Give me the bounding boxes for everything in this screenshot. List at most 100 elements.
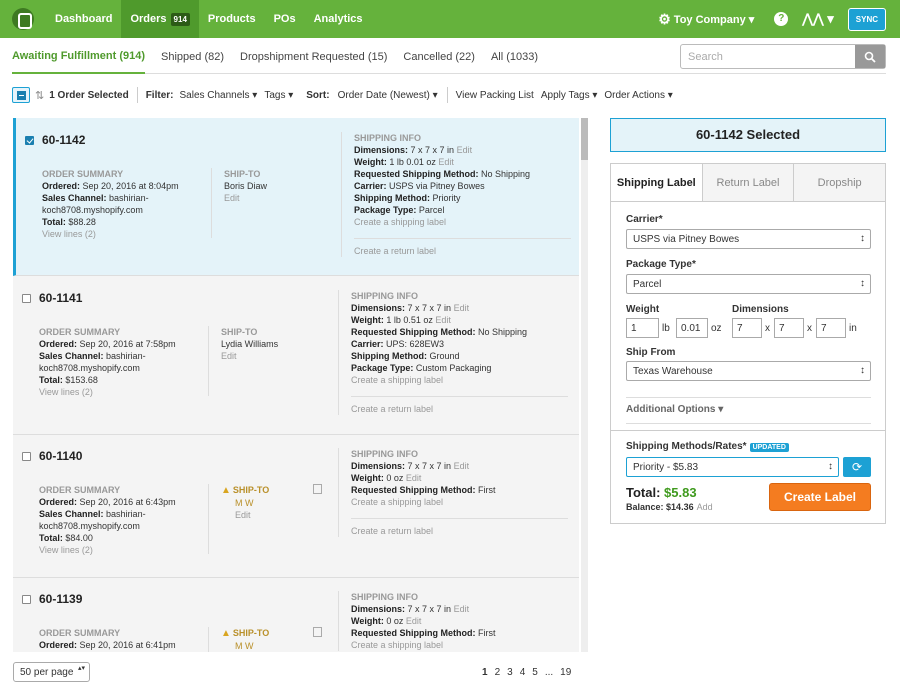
- create-shipping-label-link[interactable]: Create a shipping label: [351, 639, 568, 651]
- ship-from-select[interactable]: Texas Warehouse: [626, 361, 871, 381]
- weight-label: Weight:: [354, 157, 387, 167]
- sales-channels-dropdown[interactable]: Sales Channels ▾: [179, 90, 257, 101]
- edit-dimensions-link[interactable]: Edit: [454, 604, 470, 614]
- width-input[interactable]: 7: [774, 318, 804, 338]
- edit-ship-to-link[interactable]: Edit: [221, 350, 328, 362]
- order-id[interactable]: 60-1142: [42, 133, 85, 147]
- create-shipping-label-link[interactable]: Create a shipping label: [351, 496, 568, 508]
- package-type-select[interactable]: Parcel: [626, 274, 871, 294]
- page-link[interactable]: 19: [560, 667, 571, 678]
- pagination: 1 2 3 4 5 ... 19: [482, 667, 578, 678]
- add-balance-link[interactable]: Add: [697, 502, 713, 512]
- order-card[interactable]: 60-1141 ORDER SUMMARY Ordered: Sep 20, 2…: [13, 276, 579, 435]
- total-value: $5.83: [664, 485, 697, 500]
- help-icon[interactable]: ?: [774, 12, 789, 26]
- search-input[interactable]: Search: [681, 45, 855, 68]
- sales-channel-value: bashirian-: [106, 351, 146, 361]
- edit-ship-to-link[interactable]: Edit: [221, 509, 328, 521]
- order-checkbox[interactable]: [25, 136, 34, 145]
- activity-icon[interactable]: ⋀⋀ ▾: [802, 11, 833, 27]
- sync-button[interactable]: SYNC: [847, 7, 886, 31]
- notes-icon[interactable]: [313, 627, 322, 637]
- order-toolbar: ⇅ 1 Order Selected Filter: Sales Channel…: [12, 85, 886, 105]
- page-link[interactable]: 1: [482, 667, 488, 678]
- view-lines-link[interactable]: View lines (2): [39, 544, 204, 556]
- tags-dropdown[interactable]: Tags ▾: [264, 90, 293, 101]
- nav-dashboard[interactable]: Dashboard: [46, 0, 121, 38]
- nav-pos[interactable]: POs: [265, 0, 305, 38]
- order-card[interactable]: 60-1140 ORDER SUMMARY Ordered: Sep 20, 2…: [13, 435, 579, 578]
- view-lines-link[interactable]: View lines (2): [39, 386, 204, 398]
- edit-weight-link[interactable]: Edit: [435, 315, 451, 325]
- shipping-info: SHIPPING INFO Dimensions: 7 x 7 x 7 in E…: [338, 448, 568, 537]
- requested-method-label: Requested Shipping Method:: [351, 485, 476, 495]
- edit-weight-link[interactable]: Edit: [406, 616, 422, 626]
- sort-dropdown[interactable]: Order Date (Newest) ▾: [338, 90, 438, 101]
- order-card[interactable]: 60-1139 ORDER SUMMARY Ordered: Sep 20, 2…: [13, 578, 579, 652]
- create-return-label-link[interactable]: Create a return label: [351, 396, 568, 415]
- nav-analytics[interactable]: Analytics: [305, 0, 372, 38]
- create-return-label-link[interactable]: Create a return label: [354, 238, 571, 257]
- create-shipping-label-link[interactable]: Create a shipping label: [354, 216, 571, 228]
- page-link[interactable]: 3: [507, 667, 513, 678]
- rate-select[interactable]: Priority - $5.83: [626, 457, 839, 477]
- page-link[interactable]: 2: [495, 667, 501, 678]
- additional-options-toggle[interactable]: Additional Options ▾: [626, 397, 871, 424]
- notes-icon[interactable]: [313, 484, 322, 494]
- nav-products[interactable]: Products: [199, 0, 265, 38]
- height-input[interactable]: 7: [816, 318, 846, 338]
- weight-oz-input[interactable]: 0.01: [676, 318, 708, 338]
- order-checkbox[interactable]: [22, 452, 31, 461]
- list-scrollbar[interactable]: [581, 118, 588, 652]
- refresh-rates-button[interactable]: ⟳: [843, 457, 871, 477]
- page-link[interactable]: 5: [532, 667, 538, 678]
- sales-channel-label: Sales Channel:: [42, 193, 107, 203]
- weight-lb-input[interactable]: 1: [626, 318, 659, 338]
- create-label-button[interactable]: Create Label: [769, 483, 871, 511]
- company-menu[interactable]: Toy Company ▾: [674, 13, 755, 26]
- logo-icon[interactable]: [12, 8, 34, 30]
- tab-all[interactable]: All (1033): [491, 40, 538, 74]
- per-page-select[interactable]: 50 per page: [13, 662, 90, 682]
- carrier-select[interactable]: USPS via Pitney Bowes: [626, 229, 871, 249]
- order-checkbox[interactable]: [22, 294, 31, 303]
- edit-dimensions-link[interactable]: Edit: [454, 303, 470, 313]
- length-input[interactable]: 7: [732, 318, 762, 338]
- tab-shipped[interactable]: Shipped (82): [161, 40, 224, 74]
- edit-weight-link[interactable]: Edit: [406, 473, 422, 483]
- order-id[interactable]: 60-1140: [39, 449, 82, 463]
- order-card[interactable]: 60-1142 ORDER SUMMARY Ordered: Sep 20, 2…: [13, 118, 579, 276]
- tab-dropship[interactable]: Dropship: [793, 164, 886, 201]
- tab-awaiting-fulfillment[interactable]: Awaiting Fulfillment (914): [12, 40, 146, 74]
- tab-return-label[interactable]: Return Label: [701, 164, 794, 201]
- nav-orders[interactable]: Orders 914: [121, 0, 199, 38]
- tab-shipping-label[interactable]: Shipping Label: [611, 164, 702, 201]
- scrollbar-thumb[interactable]: [581, 118, 588, 160]
- create-shipping-label-link[interactable]: Create a shipping label: [351, 374, 568, 386]
- label-panel: Shipping Label Return Label Dropship Car…: [610, 163, 886, 524]
- apply-tags-dropdown[interactable]: Apply Tags ▾: [541, 90, 598, 101]
- ship-to-name: M W: [235, 641, 254, 651]
- bulk-select-checkbox[interactable]: [12, 87, 30, 103]
- order-id[interactable]: 60-1139: [39, 592, 82, 606]
- edit-dimensions-link[interactable]: Edit: [457, 145, 473, 155]
- create-return-label-link[interactable]: Create a return label: [351, 518, 568, 537]
- sort-arrows-icon[interactable]: ⇅: [35, 89, 44, 102]
- requested-method-value: First: [478, 485, 496, 495]
- tab-cancelled[interactable]: Cancelled (22): [403, 40, 475, 74]
- page-link[interactable]: 4: [520, 667, 526, 678]
- gear-icon[interactable]: ⚙: [658, 11, 671, 28]
- edit-ship-to-link[interactable]: Edit: [224, 192, 331, 204]
- search-button[interactable]: [855, 45, 885, 68]
- view-lines-link[interactable]: View lines (2): [42, 228, 207, 240]
- sales-channel-value: bashirian-: [109, 193, 149, 203]
- order-id[interactable]: 60-1141: [39, 291, 82, 305]
- edit-weight-link[interactable]: Edit: [438, 157, 454, 167]
- order-actions-dropdown[interactable]: Order Actions ▾: [604, 90, 672, 101]
- tab-dropshipment-requested[interactable]: Dropshipment Requested (15): [240, 40, 387, 74]
- edit-dimensions-link[interactable]: Edit: [454, 461, 470, 471]
- rates-field-label: Shipping Methods/Rates*: [626, 441, 747, 452]
- weight-label: Weight:: [351, 315, 384, 325]
- order-checkbox[interactable]: [22, 595, 31, 604]
- view-packing-list-link[interactable]: View Packing List: [456, 90, 534, 101]
